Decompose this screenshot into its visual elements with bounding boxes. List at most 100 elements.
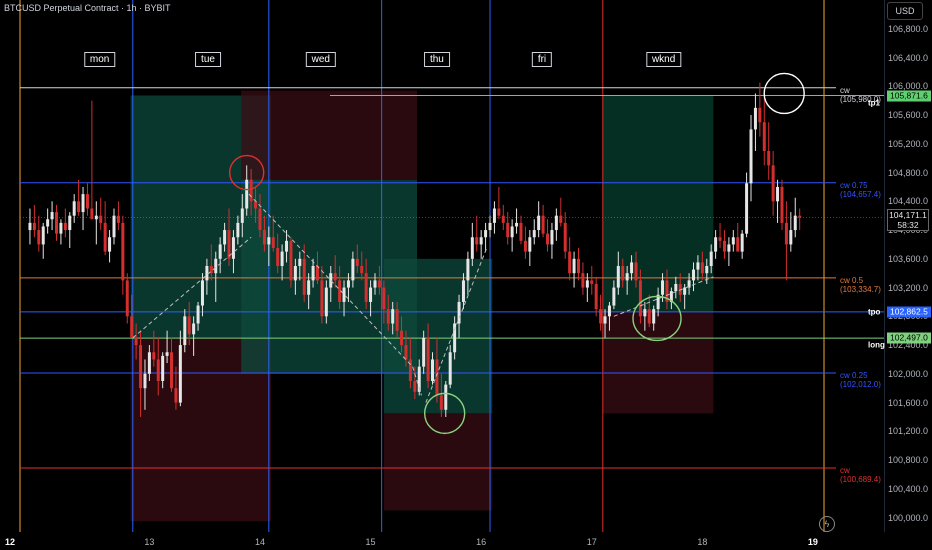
candle-body <box>276 248 280 266</box>
candle-body <box>400 330 404 346</box>
candle <box>50 201 54 231</box>
candle <box>576 248 580 281</box>
candle-body <box>178 345 182 403</box>
y-tick-label: 101,200.0 <box>888 426 929 437</box>
lightning-icon[interactable]: ϟ <box>819 516 835 532</box>
candle-body <box>426 337 430 382</box>
level-name: cw 0.5 <box>840 275 864 285</box>
candle-body <box>475 237 479 245</box>
candle <box>63 208 67 238</box>
candle-body <box>568 251 572 274</box>
candle <box>59 219 63 245</box>
candle-body <box>249 179 253 202</box>
candle-body <box>448 352 452 385</box>
candle-body <box>506 222 510 238</box>
candle <box>85 183 89 216</box>
candle-body <box>470 237 474 259</box>
candle <box>550 222 554 259</box>
candle-body <box>391 309 395 324</box>
candle <box>54 204 58 241</box>
day-label-tue: tue <box>195 52 221 67</box>
candle-body <box>722 240 726 252</box>
candle-body <box>780 186 784 223</box>
candle-body <box>258 208 262 231</box>
candle-body <box>165 352 169 356</box>
candle-body <box>218 244 222 259</box>
candle-body <box>311 266 315 281</box>
candle-body <box>37 230 41 245</box>
candle-body <box>81 194 85 213</box>
candle-body <box>152 352 156 360</box>
y-tick-label: 101,600.0 <box>888 397 929 408</box>
candle-body <box>784 222 788 245</box>
candle-body <box>519 222 523 241</box>
candle <box>532 219 536 245</box>
candle-body <box>594 283 598 310</box>
candle <box>554 208 558 241</box>
candle-body <box>488 222 492 231</box>
candle <box>484 222 488 252</box>
candle <box>784 201 788 281</box>
day-label-wknd: wknd <box>645 52 682 67</box>
zone-rect-3 <box>241 90 418 180</box>
candle-body <box>683 287 687 295</box>
badge-tag-tpo: tpo <box>868 307 881 317</box>
candle-body <box>200 280 204 306</box>
level-label-4: cw (100,689.4) <box>840 466 881 484</box>
level-name: cw <box>840 85 850 95</box>
level-value: (100,689.4) <box>840 475 881 485</box>
x-tick-label: 17 <box>586 537 597 547</box>
day-label-fri: fri <box>531 52 553 67</box>
candle-body <box>280 251 284 266</box>
candle-body <box>603 316 607 324</box>
x-tick-label: 14 <box>254 537 265 547</box>
candle-body <box>112 215 116 238</box>
candle-body <box>134 337 138 346</box>
candle <box>523 226 527 259</box>
candle-body <box>793 215 797 231</box>
candle-body <box>108 237 112 252</box>
candle-body <box>364 273 368 302</box>
candle-body <box>369 287 373 302</box>
candle <box>81 186 85 231</box>
candle <box>753 93 757 151</box>
candle-body <box>607 305 611 317</box>
price-chart[interactable] <box>0 0 884 532</box>
candle <box>594 276 598 317</box>
candle-body <box>484 230 488 238</box>
candle-body <box>700 262 704 274</box>
candle <box>776 179 780 223</box>
x-tick-label: 19 <box>807 537 818 547</box>
candle-body <box>271 237 275 249</box>
countdown-value: 58:32 <box>897 219 919 230</box>
candle-body <box>139 345 143 389</box>
candle-body <box>298 258 302 266</box>
candle-body <box>554 215 558 231</box>
currency-button[interactable]: USD <box>887 2 923 20</box>
candle-body <box>528 237 532 252</box>
candle-body <box>776 186 780 202</box>
candle-body <box>59 222 63 234</box>
candle-body <box>727 244 731 252</box>
candle-body <box>254 201 258 209</box>
candle-body <box>510 226 514 238</box>
candle <box>581 262 585 295</box>
candle <box>798 208 802 231</box>
candle-body <box>324 287 328 317</box>
candle-body <box>174 388 178 403</box>
candle <box>736 222 740 252</box>
candle-body <box>444 384 448 410</box>
candle-body <box>68 215 72 231</box>
day-label-mon: mon <box>83 52 116 67</box>
price-axis[interactable] <box>884 0 932 532</box>
x-tick-label: 16 <box>476 537 487 547</box>
candle-body <box>537 215 541 231</box>
candle <box>77 179 81 216</box>
candle-body <box>285 240 289 252</box>
candle-body <box>355 258 359 266</box>
candle-body <box>630 262 634 274</box>
candle-body <box>196 305 200 324</box>
y-tick-label: 103,600.0 <box>888 253 929 264</box>
candle <box>121 215 125 295</box>
candle <box>718 222 722 249</box>
